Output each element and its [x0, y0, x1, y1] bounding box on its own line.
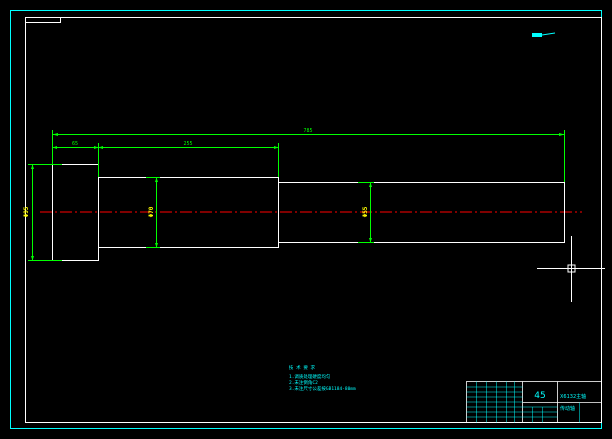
segment1-length-label: 65 [72, 141, 78, 147]
overall-length-label: 785 [303, 128, 312, 134]
dimension-lines [28, 130, 565, 261]
cad-drawing-canvas[interactable]: 785 65 255 Φ95 Φ70 Φ55 技 术 要 求 1.调质处理硬度均… [0, 0, 612, 439]
notes-line-3: 3.未注尺寸公差按GB1184-80mm [289, 385, 356, 392]
diameter-3-label: Φ55 [362, 206, 369, 217]
title-block-grid [466, 381, 580, 423]
notes-heading: 技 术 要 求 [289, 364, 316, 371]
diameter-2-label: Φ70 [148, 206, 155, 217]
title-block-material: 45 [534, 391, 545, 401]
cad-cursor-crosshair-icon [537, 236, 605, 302]
corner-tag [25, 17, 61, 23]
drawing-frame [25, 17, 602, 423]
notes-line-1: 1.调质处理硬度均匀 [289, 373, 331, 380]
technical-notes: 技 术 要 求 1.调质处理硬度均匀 2.未注倒角C2 3.未注尺寸公差按GB1… [289, 364, 356, 392]
ucs-indicator-icon [532, 32, 556, 37]
segment2-length-label: 255 [183, 141, 192, 147]
notes-line-2: 2.未注倒角C2 [289, 379, 318, 386]
dimension-arrows [31, 133, 565, 261]
diameter-1-label: Φ95 [23, 206, 30, 217]
title-block-part-name: X6132主轴 [560, 393, 586, 400]
title-block-part-name-2: 传动轴 [560, 405, 575, 412]
